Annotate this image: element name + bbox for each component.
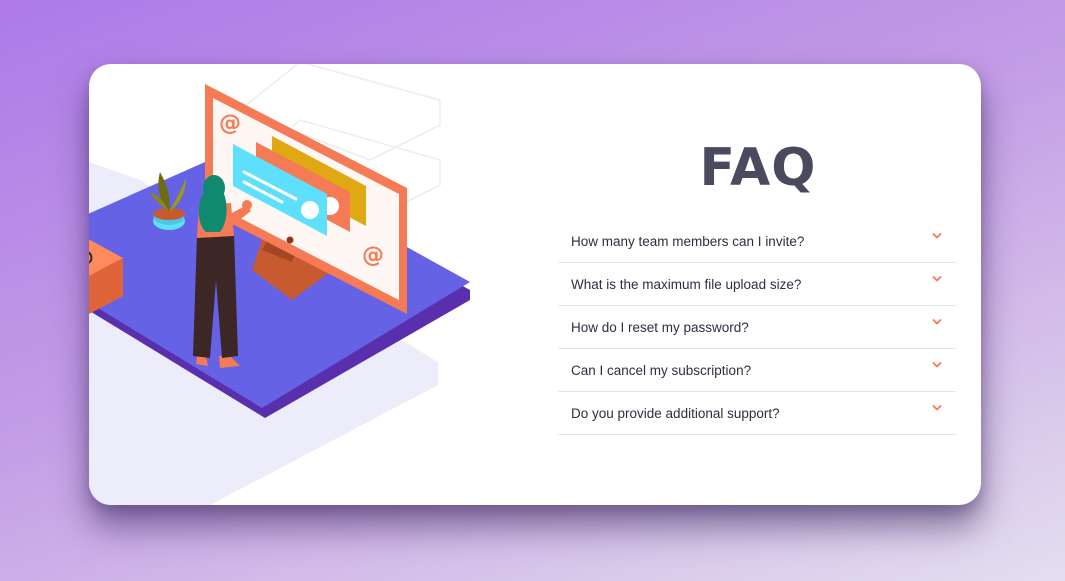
- faq-item[interactable]: Do you provide additional support?: [558, 392, 956, 435]
- page-title: FAQ: [699, 138, 817, 198]
- faq-section: FAQ How many team members can I invite? …: [558, 64, 958, 505]
- faq-item[interactable]: What is the maximum file upload size?: [558, 263, 956, 306]
- at-sign-icon: @: [219, 111, 241, 136]
- faq-question: What is the maximum file upload size?: [571, 277, 802, 292]
- faq-list: How many team members can I invite? What…: [558, 220, 956, 435]
- chevron-down-icon[interactable]: [932, 403, 942, 413]
- faq-item[interactable]: How do I reset my password?: [558, 306, 956, 349]
- faq-question: How do I reset my password?: [571, 320, 749, 335]
- faq-question: How many team members can I invite?: [571, 234, 805, 249]
- chevron-down-icon[interactable]: [932, 360, 942, 370]
- chevron-down-icon[interactable]: [932, 274, 942, 284]
- chevron-down-icon[interactable]: [932, 231, 942, 241]
- faq-question: Can I cancel my subscription?: [571, 363, 752, 378]
- chevron-down-icon[interactable]: [932, 317, 942, 327]
- at-sign-icon: @: [89, 246, 94, 271]
- faq-card: @ @ @ FAQ How many team members can I in…: [89, 64, 981, 505]
- faq-item[interactable]: Can I cancel my subscription?: [558, 349, 956, 392]
- faq-item[interactable]: How many team members can I invite?: [558, 220, 956, 263]
- at-sign-icon: @: [362, 243, 384, 268]
- hero-illustration: @ @ @: [89, 64, 559, 505]
- illustration-svg: @ @ @: [89, 64, 470, 505]
- faq-question: Do you provide additional support?: [571, 406, 780, 421]
